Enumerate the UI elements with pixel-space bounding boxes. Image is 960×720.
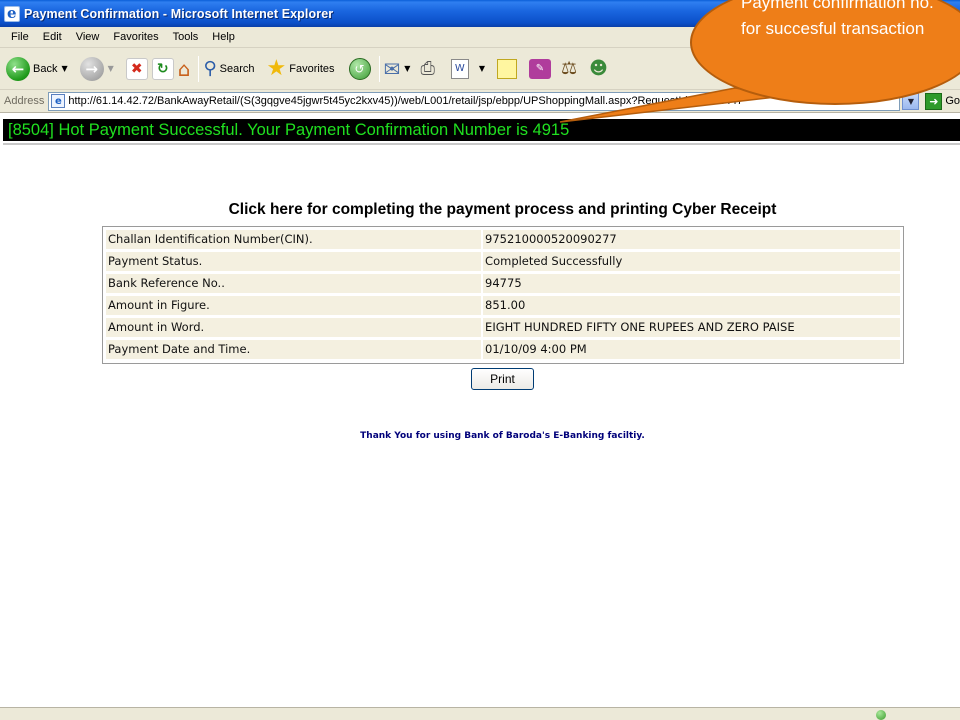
cin-value: 975210000520090277 xyxy=(482,229,901,250)
print-receipt-link[interactable]: Click here for completing the payment pr… xyxy=(100,201,905,219)
table-row: Payment Status. Completed Successfully xyxy=(105,251,901,273)
bank-ref-label: Bank Reference No.. xyxy=(105,273,483,294)
receipt-table: Challan Identification Number(CIN). 9752… xyxy=(102,226,904,364)
amount-figure-value: 851.00 xyxy=(482,295,901,316)
table-row: Challan Identification Number(CIN). 9752… xyxy=(105,229,901,251)
bank-ref-value: 94775 xyxy=(482,273,901,294)
payment-status-value: Completed Successfully xyxy=(482,251,901,272)
amount-word-value: EIGHT HUNDRED FIFTY ONE RUPEES AND ZERO … xyxy=(482,317,901,338)
table-row: Amount in Figure. 851.00 xyxy=(105,295,901,317)
callout-text: Payment confirmation no. for succesful t… xyxy=(741,0,934,38)
payment-status-label: Payment Status. xyxy=(105,251,483,272)
divider xyxy=(3,143,960,145)
table-row: Bank Reference No.. 94775 xyxy=(105,273,901,295)
table-row: Payment Date and Time. 01/10/09 4:00 PM xyxy=(105,339,901,361)
print-button[interactable]: Print xyxy=(471,368,534,390)
payment-datetime-value: 01/10/09 4:00 PM xyxy=(482,339,901,360)
status-bar xyxy=(0,707,960,720)
page-content: [8504] Hot Payment Successful. Your Paym… xyxy=(0,113,960,707)
thank-you-message: Thank You for using Bank of Baroda's E-B… xyxy=(360,431,645,441)
payment-datetime-label: Payment Date and Time. xyxy=(105,339,483,360)
table-row: Amount in Word. EIGHT HUNDRED FIFTY ONE … xyxy=(105,317,901,339)
amount-word-label: Amount in Word. xyxy=(105,317,483,338)
cin-label: Challan Identification Number(CIN). xyxy=(105,229,483,250)
amount-figure-label: Amount in Figure. xyxy=(105,295,483,316)
internet-zone-icon xyxy=(876,710,886,720)
